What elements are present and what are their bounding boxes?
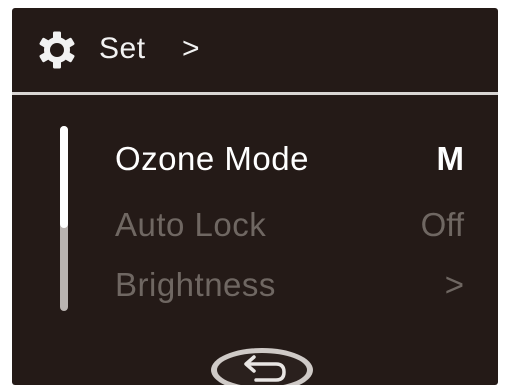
menu-item-label: Brightness [115, 266, 276, 303]
menu-item-arrow: > [444, 266, 464, 303]
device-screen: Set > Ozone Mode M Auto Lock Off Brightn… [12, 8, 498, 385]
menu-item-label: Auto Lock [115, 206, 267, 243]
back-button[interactable] [208, 345, 316, 385]
menu-item-auto-lock[interactable]: Auto Lock Off [12, 200, 498, 250]
menu-item-brightness[interactable]: Brightness > [12, 260, 498, 310]
menu-item-value: Off [420, 206, 464, 243]
header-bar: Set > [12, 8, 498, 92]
menu-item-label: Ozone Mode [115, 140, 309, 177]
menu-item-ozone-mode[interactable]: Ozone Mode M [12, 134, 498, 184]
gear-icon [38, 31, 76, 69]
page-title: Set [99, 32, 146, 65]
breadcrumb-chevron: > [182, 32, 200, 65]
header-divider [12, 92, 498, 95]
menu-item-value: M [436, 140, 465, 177]
